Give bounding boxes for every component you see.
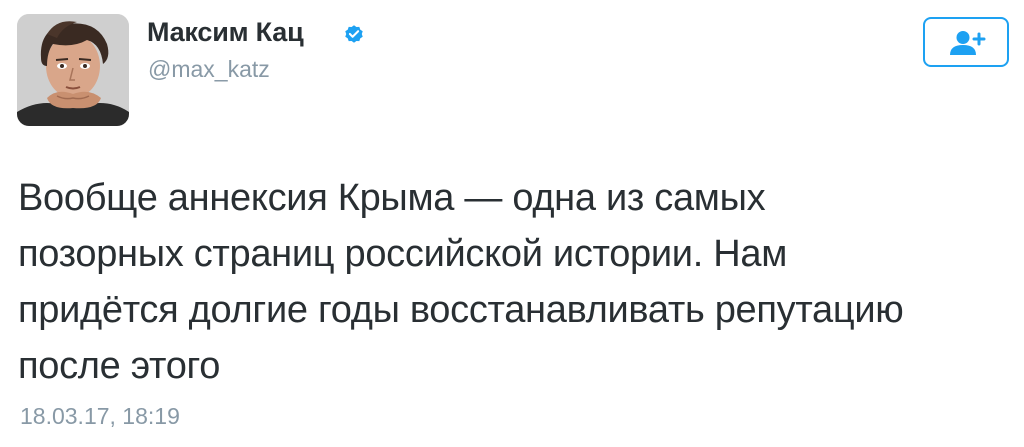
- tweet-text-line: Вообще аннексия Крыма — одна из самых: [18, 177, 766, 219]
- avatar-portrait-illustration: [17, 14, 129, 126]
- author-display-name[interactable]: Максим Кац: [147, 14, 304, 50]
- tweet-text-line: придётся долгие годы восстанавливать реп…: [18, 289, 904, 331]
- tweet-text-line: после этого: [18, 345, 221, 387]
- tweet-text: Вообще аннексия Крыма — одна из самых по…: [18, 170, 1008, 394]
- tweet-text-line: позорных страниц российской истории. Нам: [18, 233, 788, 275]
- tweet-card: Максим Кац @max_katz Вообще аннексия Кры…: [0, 0, 1024, 447]
- add-user-icon: [950, 31, 986, 55]
- verified-badge-icon: [345, 25, 363, 43]
- author-handle[interactable]: @max_katz: [148, 53, 270, 85]
- avatar[interactable]: [17, 14, 129, 126]
- follow-button[interactable]: [923, 17, 1009, 67]
- tweet-timestamp[interactable]: 18.03.17, 18:19: [20, 400, 180, 432]
